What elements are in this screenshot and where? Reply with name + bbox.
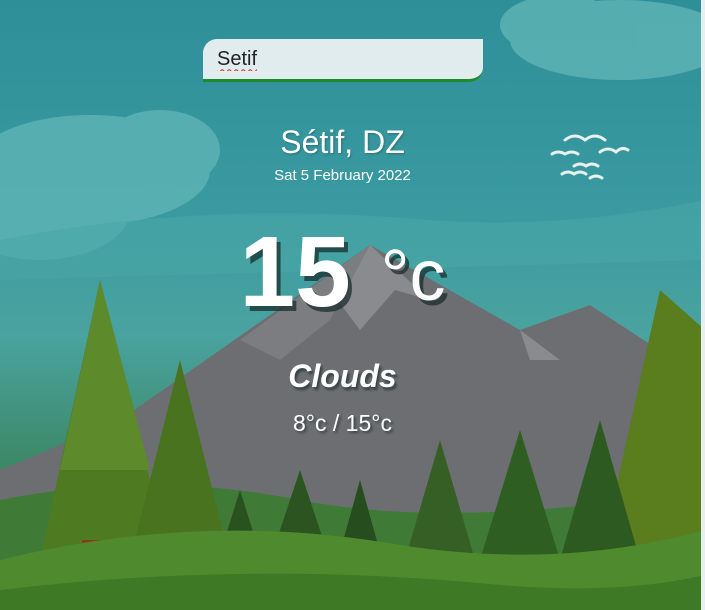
temperature-value: 15 [239, 216, 351, 328]
temperature-unit: °c [380, 236, 446, 316]
search-input[interactable] [203, 39, 491, 79]
location-title: Sétif, DZ [280, 124, 405, 160]
search-box[interactable] [203, 39, 491, 82]
weather-condition: Clouds [288, 358, 397, 394]
date-label: Sat 5 February 2022 [274, 167, 411, 184]
temperature-display: 15 °c [0, 215, 685, 330]
temperature-range: 8°c / 15°c [293, 410, 392, 436]
weather-app: Sétif, DZ Sat 5 February 2022 15 °c Cloud… [0, 0, 705, 610]
window-edge [701, 0, 705, 610]
